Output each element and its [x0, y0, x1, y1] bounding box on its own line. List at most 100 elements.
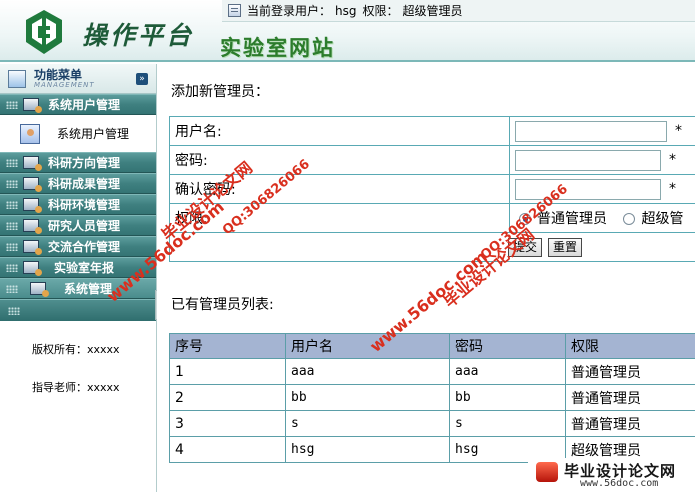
- password-input[interactable]: [515, 149, 661, 171]
- grip-icon: [6, 285, 18, 293]
- button-row: 提交 重置: [169, 232, 695, 262]
- table-cell: 1: [169, 358, 286, 385]
- confirm-password-row: 确认密码: *: [169, 174, 695, 204]
- add-admin-title: 添加新管理员：: [171, 84, 269, 100]
- folder-icon: [23, 240, 42, 255]
- username-label: 用户名:: [169, 116, 510, 146]
- table-cell: aaa: [285, 358, 450, 385]
- table-cell: 普通管理员: [565, 358, 695, 385]
- folder-icon: [23, 219, 42, 234]
- folder-icon: [23, 198, 42, 213]
- sidebar-item-research-direction[interactable]: 科研方向管理: [0, 152, 156, 173]
- sidebar-item-research-results[interactable]: 科研成果管理: [0, 173, 156, 194]
- sidebar-subitem-label: 系统用户管理: [57, 127, 130, 141]
- sidebar: 功能菜单 MANAGEMENT » 系统用户管理 系统用户管理 科研方向管理 科…: [0, 64, 157, 492]
- platform-title: 操作平台: [82, 21, 195, 50]
- radio-normal-admin-label: 普通管理员: [537, 211, 607, 227]
- sidebar-item-label: 系统管理: [64, 282, 113, 296]
- collapse-chevron-icon[interactable]: »: [136, 73, 148, 85]
- table-row: 2 bb bb 普通管理员: [169, 384, 695, 411]
- permission-row: 权限: 普通管理员 超级管: [169, 203, 695, 233]
- sidebar-item-label: 实验室年报: [54, 261, 115, 275]
- table-cell: bb: [449, 384, 566, 411]
- sidebar-item-annual-report[interactable]: 实验室年报: [0, 257, 156, 278]
- copyright-text: 版权所有：xxxxx: [32, 343, 120, 356]
- grip-icon: [6, 159, 18, 167]
- sidebar-item-label: 系统用户管理: [48, 98, 121, 112]
- folder-icon: [23, 261, 42, 276]
- column-header: 权限: [565, 333, 695, 359]
- table-row: 1 aaa aaa 普通管理员: [169, 358, 695, 385]
- column-header: 用户名: [285, 333, 450, 359]
- reset-button[interactable]: 重置: [548, 237, 583, 257]
- column-header: 序号: [169, 333, 286, 359]
- required-mark: *: [669, 152, 676, 168]
- badge-url: www.56doc.com: [580, 478, 659, 489]
- radio-super-admin-label: 超级管: [641, 211, 684, 227]
- logo: [18, 8, 70, 56]
- folder-icon: [23, 177, 42, 192]
- table-cell: 2: [169, 384, 286, 411]
- folder-icon: [30, 282, 49, 297]
- table-cell: 3: [169, 410, 286, 437]
- table-header-row: 序号 用户名 密码 权限: [169, 333, 695, 359]
- table-cell: bb: [285, 384, 450, 411]
- grip-icon: [6, 264, 18, 272]
- sidebar-item-system-manage[interactable]: 系统管理: [0, 278, 156, 299]
- grip-icon: [6, 101, 18, 109]
- username-input[interactable]: [515, 120, 667, 142]
- table-cell: aaa: [449, 358, 566, 385]
- confirm-password-label: 确认密码:: [169, 174, 510, 204]
- grip-icon: [6, 243, 18, 251]
- sidebar-subitem-system-user[interactable]: 系统用户管理: [0, 115, 156, 152]
- current-user-label: 当前登录用户：: [247, 4, 332, 18]
- book-icon: [536, 462, 558, 482]
- button-cell: 提交 重置: [169, 232, 695, 262]
- confirm-password-input[interactable]: [515, 178, 661, 200]
- main-content: 添加新管理员： 用户名: * 密码: * 确认密码: * 权限: 普通管理员 超…: [157, 64, 695, 492]
- radio-normal-admin[interactable]: [519, 213, 531, 225]
- grip-icon: [6, 201, 18, 209]
- logo-icon: [26, 10, 62, 54]
- menu-header: 功能菜单 MANAGEMENT »: [0, 64, 156, 94]
- sidebar-item-label: 研究人员管理: [48, 219, 121, 233]
- sidebar-item-research-environment[interactable]: 科研环境管理: [0, 194, 156, 215]
- user-icon: [20, 124, 40, 144]
- required-mark: *: [669, 181, 676, 197]
- confirm-password-cell: *: [509, 174, 695, 204]
- add-admin-form: 用户名: * 密码: * 确认密码: * 权限: 普通管理员 超级管 提交 重置: [169, 116, 695, 262]
- permission-value: 超级管理员: [402, 4, 463, 18]
- table-cell: s: [449, 410, 566, 437]
- table-cell: 4: [169, 436, 286, 463]
- grip-icon: [8, 307, 20, 315]
- sidebar-item-researchers[interactable]: 研究人员管理: [0, 215, 156, 236]
- admin-page: 操作平台 当前登录用户： hsg 权限： 超级管理员 实验室网站 功能菜单 MA…: [0, 0, 695, 492]
- password-label: 密码:: [169, 145, 510, 175]
- column-header: 密码: [449, 333, 566, 359]
- permission-cell: 普通管理员 超级管: [509, 203, 695, 233]
- radio-super-admin[interactable]: [623, 213, 636, 225]
- password-row: 密码: *: [169, 145, 695, 175]
- grip-icon: [6, 222, 18, 230]
- table-cell: 普通管理员: [565, 410, 695, 437]
- menu-icon: [8, 69, 26, 88]
- folder-icon: [23, 98, 42, 113]
- submit-button[interactable]: 提交: [508, 237, 543, 257]
- table-cell: 普通管理员: [565, 384, 695, 411]
- sidebar-item-system-user[interactable]: 系统用户管理: [0, 94, 156, 115]
- document-icon: [228, 4, 241, 17]
- sidebar-item-label: 交流合作管理: [48, 240, 121, 254]
- permission-label: 权限:: [169, 203, 510, 233]
- sidebar-item-label: 科研成果管理: [48, 177, 121, 191]
- sidebar-footer-bar: [0, 299, 156, 321]
- required-mark: *: [675, 123, 682, 139]
- table-row: 3 s s 普通管理员: [169, 410, 695, 437]
- menu-subtitle: MANAGEMENT: [34, 80, 95, 89]
- folder-icon: [23, 156, 42, 171]
- table-cell: hsg: [285, 436, 450, 463]
- header: 操作平台 当前登录用户： hsg 权限： 超级管理员 实验室网站: [0, 0, 695, 62]
- username-cell: *: [509, 116, 695, 146]
- username-row: 用户名: *: [169, 116, 695, 146]
- sidebar-item-cooperation[interactable]: 交流合作管理: [0, 236, 156, 257]
- password-cell: *: [509, 145, 695, 175]
